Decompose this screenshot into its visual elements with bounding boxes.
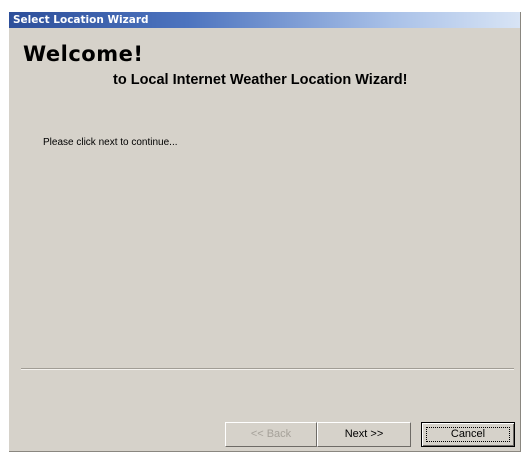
instruction-text: Please click next to continue... <box>43 137 178 148</box>
title-bar[interactable]: Select Location Wizard <box>9 12 520 28</box>
cancel-focus-ring: Cancel <box>426 427 510 442</box>
next-button-label: Next >> <box>344 428 384 440</box>
wizard-window: Select Location Wizard Welcome! to Local… <box>9 12 521 452</box>
next-button[interactable]: Next >> <box>317 422 411 447</box>
back-button[interactable]: << Back <box>225 422 317 447</box>
cancel-button-label: Cancel <box>450 428 486 440</box>
button-divider <box>21 368 514 370</box>
back-button-label: << Back <box>250 428 292 440</box>
cancel-button[interactable]: Cancel <box>421 422 515 447</box>
welcome-heading: Welcome! <box>23 42 144 66</box>
window-title: Select Location Wizard <box>13 14 149 26</box>
wizard-subheading: to Local Internet Weather Location Wizar… <box>113 72 408 88</box>
